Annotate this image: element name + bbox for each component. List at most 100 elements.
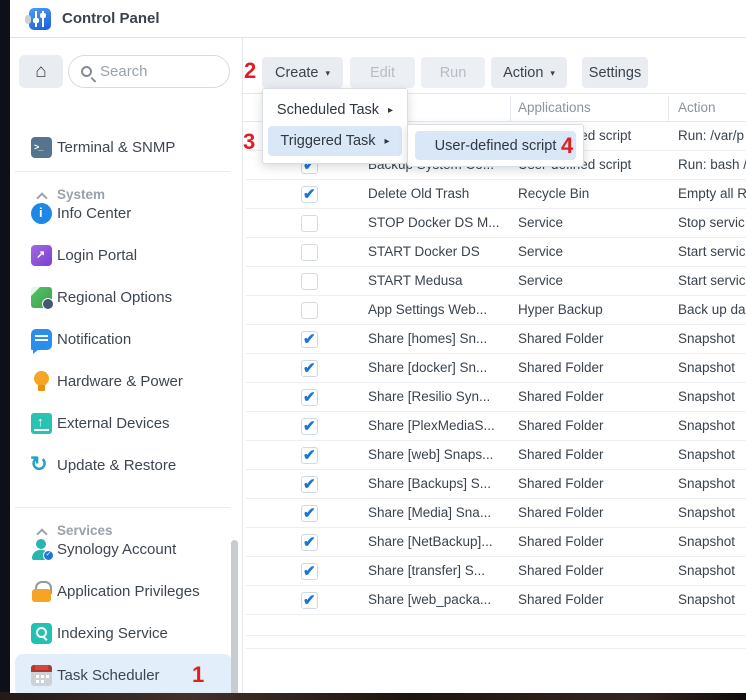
task-action: Snapshot (678, 447, 735, 462)
table-row[interactable]: Delete Old Trash Recycle Bin Empty all R (246, 180, 746, 209)
row-checkbox[interactable] (301, 273, 318, 290)
task-action: Back up da (678, 302, 746, 317)
table-row[interactable]: Share [docker] Sn... Shared Folder Snaps… (246, 354, 746, 383)
task-action: Start servic (678, 244, 746, 259)
task-name: Share [web] Snaps... (368, 447, 493, 462)
row-checkbox[interactable] (301, 447, 318, 464)
table-row[interactable]: Share [transfer] S... Shared Folder Snap… (246, 557, 746, 586)
table-row[interactable]: Share [web] Snaps... Shared Folder Snaps… (246, 441, 746, 470)
search-input[interactable]: Search (68, 55, 230, 88)
sidebar: ⌂ Search Terminal & SNMPSystemInfo Cente… (10, 38, 243, 693)
table-row[interactable]: Share [homes] Sn... Shared Folder Snapsh… (246, 325, 746, 354)
sidebar-item-indexing-service[interactable]: Indexing Service (10, 612, 243, 654)
sidebar-item-application-privileges[interactable]: Application Privileges (10, 570, 243, 612)
task-name: Share [NetBackup]... (368, 534, 493, 549)
table-row[interactable]: Share [web_packa... Shared Folder Snapsh… (246, 586, 746, 615)
menu-item-user-defined-script[interactable]: User-defined script (415, 131, 576, 160)
task-action: Empty all R (678, 186, 746, 201)
sidebar-item-login-portal[interactable]: Login Portal (10, 234, 243, 276)
row-checkbox[interactable] (301, 331, 318, 348)
action-button[interactable]: Action▾ (491, 57, 567, 88)
row-checkbox[interactable] (301, 389, 318, 406)
sidebar-item-info-center[interactable]: Info Center (10, 192, 243, 234)
window-title: Control Panel (62, 10, 160, 27)
sidebar-item-label: Regional Options (57, 289, 172, 306)
sidebar-item-update-restore[interactable]: Update & Restore (10, 444, 243, 486)
task-action: Run: bash / (678, 157, 746, 172)
task-application: Service (518, 215, 563, 230)
search-icon (81, 66, 92, 77)
edit-button[interactable]: Edit (350, 57, 415, 88)
indexing-service-icon (31, 623, 52, 644)
row-checkbox[interactable] (301, 360, 318, 377)
task-application: Shared Folder (518, 534, 604, 549)
button-label: Run (440, 65, 467, 81)
menu-item-scheduled-task[interactable]: Scheduled Task▸ (268, 95, 402, 125)
column-header-action[interactable]: Action (678, 100, 716, 115)
menu-item-triggered-task[interactable]: Triggered Task▸ (268, 126, 402, 156)
task-action: Stop servic (678, 215, 745, 230)
table-row[interactable]: Share [NetBackup]... Shared Folder Snaps… (246, 528, 746, 557)
task-action: Snapshot (678, 563, 735, 578)
info-center-icon (31, 203, 52, 224)
task-application: Service (518, 244, 563, 259)
sidebar-item-hardware-power[interactable]: Hardware & Power (10, 360, 243, 402)
row-checkbox[interactable] (301, 244, 318, 261)
table-row[interactable]: STOP Docker DS M... Service Stop servic (246, 209, 746, 238)
row-checkbox[interactable] (301, 186, 318, 203)
table-row[interactable]: Share [Resilio Syn... Shared Folder Snap… (246, 383, 746, 412)
table-row[interactable]: App Settings Web... Hyper Backup Back up… (246, 296, 746, 325)
row-checkbox[interactable] (301, 592, 318, 609)
row-checkbox[interactable] (301, 476, 318, 493)
regional-options-icon (31, 287, 52, 308)
run-button[interactable]: Run (421, 57, 485, 88)
sidebar-item-external-devices[interactable]: External Devices (10, 402, 243, 444)
terminal-icon (31, 137, 52, 158)
sidebar-item-regional-options[interactable]: Regional Options (10, 276, 243, 318)
sidebar-item-synology-account[interactable]: ✓Synology Account (10, 528, 243, 570)
external-devices-icon (31, 413, 52, 434)
home-button[interactable]: ⌂ (19, 55, 63, 88)
row-checkbox[interactable] (301, 302, 318, 319)
chevron-down-icon: ▾ (326, 68, 331, 79)
row-checkbox[interactable] (301, 563, 318, 580)
task-name: Share [Media] Sna... (368, 505, 491, 520)
annotation-step-1: 1 (192, 664, 204, 686)
menu-item-label: Triggered Task (280, 133, 375, 149)
task-action: Snapshot (678, 505, 735, 520)
sidebar-scrollbar[interactable] (231, 540, 238, 693)
task-name: START Docker DS (368, 244, 480, 259)
task-application: Shared Folder (518, 505, 604, 520)
sidebar-item-terminal-snmp[interactable]: Terminal & SNMP (10, 126, 243, 168)
column-divider (668, 96, 669, 121)
create-button[interactable]: Create ▾ (262, 57, 343, 88)
task-action: Snapshot (678, 389, 735, 404)
task-application: Shared Folder (518, 389, 604, 404)
sidebar-item-task-scheduler[interactable]: Task Scheduler1 (15, 654, 232, 693)
task-name: STOP Docker DS M... (368, 215, 500, 230)
sidebar-item-label: Terminal & SNMP (57, 139, 175, 156)
column-header-applications[interactable]: Applications (518, 100, 591, 115)
task-action: Snapshot (678, 476, 735, 491)
settings-button[interactable]: Settings (582, 57, 648, 88)
task-action: Run: /var/p (678, 128, 744, 143)
sidebar-item-label: Info Center (57, 205, 131, 222)
table-row[interactable]: START Docker DS Service Start servic (246, 238, 746, 267)
table-row[interactable]: Share [Backups] S... Shared Folder Snaps… (246, 470, 746, 499)
menu-item-label: User-defined script (435, 138, 557, 154)
button-label: Create (275, 65, 319, 81)
sidebar-item-label: Login Portal (57, 247, 137, 264)
row-checkbox[interactable] (301, 418, 318, 435)
sidebar-item-label: Hardware & Power (57, 373, 183, 390)
sidebar-item-notification[interactable]: Notification (10, 318, 243, 360)
row-checkbox[interactable] (301, 505, 318, 522)
row-checkbox[interactable] (301, 534, 318, 551)
task-application: Shared Folder (518, 360, 604, 375)
table-row[interactable]: START Medusa Service Start servic (246, 267, 746, 296)
table-row[interactable]: Share [Media] Sna... Shared Folder Snaps… (246, 499, 746, 528)
task-name: Share [web_packa... (368, 592, 491, 607)
task-application: Shared Folder (518, 476, 604, 491)
row-checkbox[interactable] (301, 215, 318, 232)
table-row[interactable]: Share [PlexMediaS... Shared Folder Snaps… (246, 412, 746, 441)
task-application: Shared Folder (518, 592, 604, 607)
